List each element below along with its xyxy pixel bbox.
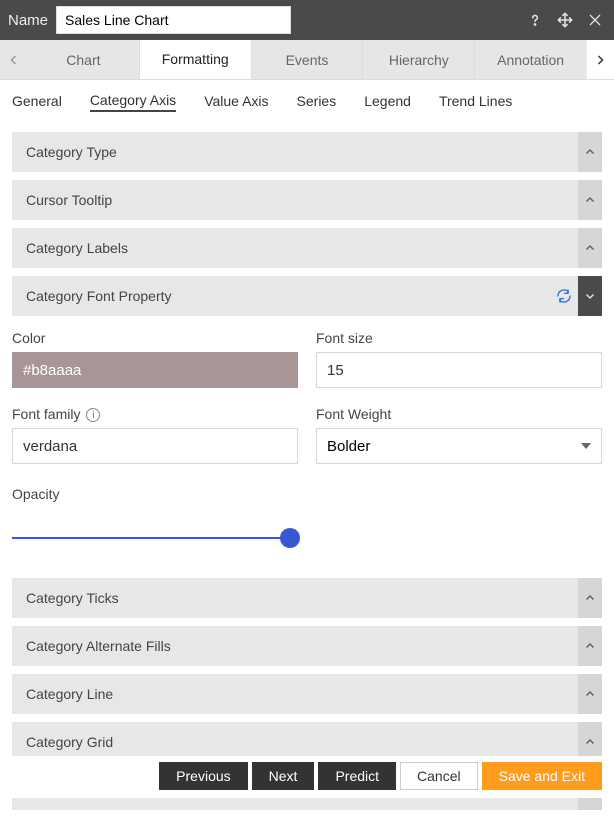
tab-chart[interactable]: Chart (28, 40, 140, 79)
chevron-up-icon[interactable] (578, 578, 602, 618)
opacity-label: Opacity (12, 486, 59, 502)
subtab-general[interactable]: General (12, 93, 62, 111)
chevron-down-icon[interactable] (578, 276, 602, 316)
tab-annotation[interactable]: Annotation (475, 40, 586, 79)
title-bar: Name (0, 0, 614, 40)
chevron-up-icon[interactable] (578, 180, 602, 220)
tab-events[interactable]: Events (252, 40, 364, 79)
accordion-label: Category Ticks (26, 590, 119, 606)
primary-tabs: Chart Formatting Events Hierarchy Annota… (0, 40, 614, 80)
accordion-category-type: Category Type (12, 132, 602, 172)
accordion-label: Category Font Property (26, 288, 172, 304)
color-label: Color (12, 330, 298, 346)
accordion-category-font-property: Category Font Property Color #b8aaaa Fon… (12, 276, 602, 570)
predict-button[interactable]: Predict (318, 762, 396, 790)
opacity-slider[interactable] (12, 528, 292, 548)
chevron-up-icon[interactable] (578, 132, 602, 172)
accordion-category-line: Category Line (12, 674, 602, 714)
save-and-exit-button[interactable]: Save and Exit (482, 762, 602, 790)
secondary-tabs: General Category Axis Value Axis Series … (0, 80, 614, 124)
font-weight-value: Bolder (327, 438, 370, 455)
help-icon[interactable] (524, 9, 546, 31)
cancel-button[interactable]: Cancel (400, 762, 478, 790)
chevron-up-icon[interactable] (578, 228, 602, 268)
accordion-category-labels: Category Labels (12, 228, 602, 268)
font-weight-select[interactable]: Bolder (316, 428, 602, 464)
accordion-label: Cursor Tooltip (26, 192, 112, 208)
tabs-scroll-left[interactable] (0, 40, 28, 79)
tab-hierarchy[interactable]: Hierarchy (363, 40, 475, 79)
subtab-trend-lines[interactable]: Trend Lines (439, 93, 512, 111)
accordion-label: Category Type (26, 144, 117, 160)
tabs-scroll-right[interactable] (586, 40, 614, 79)
subtab-value-axis[interactable]: Value Axis (204, 93, 268, 111)
accordion-category-ticks: Category Ticks (12, 578, 602, 618)
move-icon[interactable] (554, 9, 576, 31)
accordion-cursor-tooltip: Cursor Tooltip (12, 180, 602, 220)
font-family-input[interactable] (12, 428, 298, 464)
accordion-label: Category Alternate Fills (26, 638, 171, 654)
footer: Previous Next Predict Cancel Save and Ex… (0, 756, 614, 798)
refresh-icon[interactable] (556, 276, 572, 316)
chevron-up-icon[interactable] (578, 626, 602, 666)
font-size-input[interactable] (316, 352, 602, 388)
subtab-category-axis[interactable]: Category Axis (90, 92, 176, 112)
accordion-label: Category Line (26, 686, 113, 702)
name-label: Name (8, 12, 48, 29)
subtab-legend[interactable]: Legend (364, 93, 411, 111)
slider-track (12, 537, 292, 539)
accordion-label: Category Grid (26, 734, 113, 750)
accordion-category-alternate-fills: Category Alternate Fills (12, 626, 602, 666)
color-swatch[interactable]: #b8aaaa (12, 352, 298, 388)
next-button[interactable]: Next (252, 762, 315, 790)
tab-formatting[interactable]: Formatting (140, 40, 252, 79)
accordion-label: Category Labels (26, 240, 128, 256)
font-family-label: Font family i (12, 406, 298, 422)
subtab-series[interactable]: Series (297, 93, 337, 111)
slider-thumb[interactable] (280, 528, 300, 548)
chevron-up-icon[interactable] (578, 674, 602, 714)
close-icon[interactable] (584, 9, 606, 31)
panel-area: Category Type Cursor Tooltip Category La… (0, 132, 614, 822)
previous-button[interactable]: Previous (159, 762, 247, 790)
font-size-label: Font size (316, 330, 602, 346)
font-weight-label: Font Weight (316, 406, 602, 422)
accordion-body: Color #b8aaaa Font size Font family i (12, 316, 602, 570)
chevron-down-icon (581, 443, 591, 449)
info-icon[interactable]: i (86, 408, 100, 422)
name-input[interactable] (56, 6, 291, 34)
